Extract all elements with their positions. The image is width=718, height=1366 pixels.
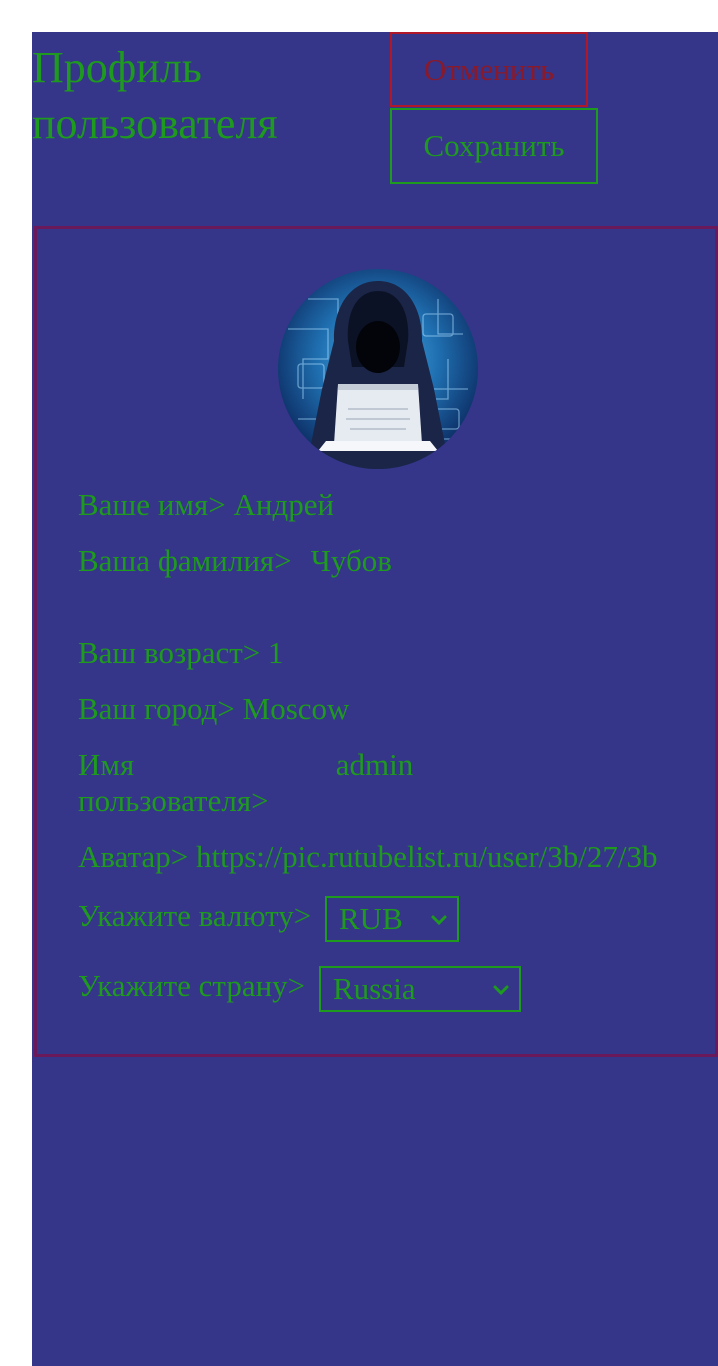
city-label: Ваш город>	[78, 691, 235, 726]
currency-selected-value: RUB	[339, 901, 403, 936]
username-label: Имя пользователя>	[78, 747, 269, 818]
currency-row: Укажите валюту> RUB	[78, 896, 459, 942]
city-value: Moscow	[242, 691, 350, 726]
avatar-url-label: Аватар>	[78, 839, 189, 874]
avatar-url-value: https://pic.rutubelist.ru/user/3b/27/3b	[196, 839, 658, 874]
country-select[interactable]: Russia	[318, 966, 521, 1012]
currency-select[interactable]: RUB	[325, 896, 459, 942]
surname-value: Чубов	[310, 543, 392, 578]
cancel-button[interactable]: Отменить	[390, 32, 588, 107]
username-row: Имя пользователя> admin	[78, 747, 413, 819]
surname-label: Ваша фамилия>	[78, 543, 292, 578]
profile-page: Профиль пользователя Отменить Сохранить	[32, 32, 718, 1366]
chevron-down-icon	[493, 985, 509, 996]
avatar	[278, 269, 478, 469]
save-button[interactable]: Сохранить	[390, 108, 598, 184]
name-row: Ваше имя> Андрей	[78, 487, 334, 523]
age-value: 1	[268, 635, 284, 670]
page-title: Профиль пользователя	[32, 43, 278, 148]
country-row: Укажите страну> Russia	[78, 966, 521, 1012]
surname-row: Ваша фамилия> Чубов	[78, 543, 392, 579]
country-label: Укажите страну>	[78, 968, 306, 1003]
chevron-down-icon	[431, 915, 447, 926]
avatar-url-row: Аватар> https://pic.rutubelist.ru/user/3…	[78, 839, 658, 875]
city-row: Ваш город> Moscow	[78, 691, 349, 727]
name-label: Ваше имя>	[78, 487, 226, 522]
profile-card: Ваше имя> Андрей Ваша фамилия> Чубов Ваш…	[34, 226, 718, 1057]
country-selected-value: Russia	[332, 971, 416, 1006]
age-row: Ваш возраст> 1	[78, 635, 284, 671]
hooded-hacker-avatar-icon	[278, 269, 478, 469]
currency-label: Укажите валюту>	[78, 898, 312, 933]
username-value: admin	[335, 747, 414, 782]
name-value: Андрей	[233, 487, 335, 522]
age-label: Ваш возраст>	[78, 635, 261, 670]
